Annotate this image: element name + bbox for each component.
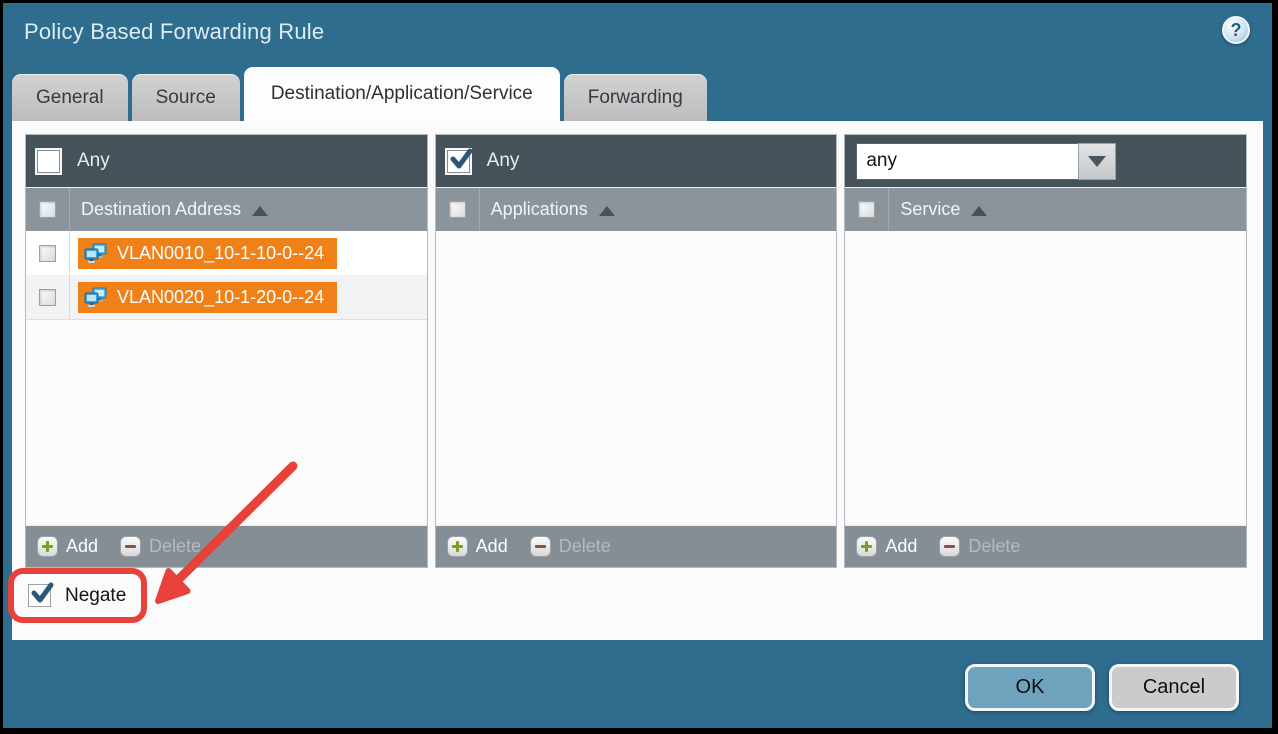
pbf-rule-dialog: Policy Based Forwarding Rule ? General S… xyxy=(3,3,1272,728)
plus-icon xyxy=(37,536,58,557)
negate-checkbox[interactable] xyxy=(28,584,51,607)
ok-button[interactable]: OK xyxy=(965,664,1095,711)
screenshot-root: { "window": { "title": "Policy Based For… xyxy=(0,0,1278,734)
service-mode-dropdown[interactable]: any xyxy=(856,143,1116,180)
negate-label: Negate xyxy=(65,585,126,607)
delete-label: Delete xyxy=(149,536,201,557)
applications-column-header[interactable]: Applications xyxy=(480,188,615,231)
tab-forwarding[interactable]: Forwarding xyxy=(564,74,707,121)
applications-list xyxy=(436,231,837,525)
applications-footer-bar: Add Delete xyxy=(436,525,837,567)
add-destination-button[interactable]: Add xyxy=(37,536,98,557)
service-dropdown-bar: any xyxy=(845,135,1246,187)
address-object-name: VLAN0010_10-1-10-0--24 xyxy=(117,243,324,264)
tab-bar: General Source Destination/Application/S… xyxy=(12,67,1263,121)
tab-source[interactable]: Source xyxy=(132,74,240,121)
tab-source-label: Source xyxy=(156,87,216,109)
destination-address-column: Any Destination Address xyxy=(25,134,428,568)
address-object-name: VLAN0020_10-1-20-0--24 xyxy=(117,287,324,308)
delete-label: Delete xyxy=(968,536,1020,557)
delete-service-button[interactable]: Delete xyxy=(939,536,1020,557)
destination-any-bar: Any xyxy=(26,135,427,187)
dialog-title: Policy Based Forwarding Rule xyxy=(24,19,324,45)
network-icon xyxy=(84,243,108,263)
tab-content-panel: Any Destination Address xyxy=(12,121,1263,640)
help-icon[interactable]: ? xyxy=(1222,16,1250,44)
address-object-chip[interactable]: VLAN0020_10-1-20-0--24 xyxy=(78,282,337,313)
network-icon xyxy=(84,287,108,307)
check-icon xyxy=(449,147,473,171)
sort-ascending-icon xyxy=(252,206,268,216)
tab-forwarding-label: Forwarding xyxy=(588,87,683,109)
plus-icon xyxy=(856,536,877,557)
service-header-row: Service xyxy=(845,187,1246,231)
service-list xyxy=(845,231,1246,525)
sort-ascending-icon xyxy=(599,206,615,216)
add-service-button[interactable]: Add xyxy=(856,536,917,557)
destination-any-label: Any xyxy=(77,150,110,172)
address-object-chip[interactable]: VLAN0010_10-1-10-0--24 xyxy=(78,238,337,269)
tab-general[interactable]: General xyxy=(12,74,128,121)
destination-select-all-checkbox[interactable] xyxy=(39,201,56,218)
sort-ascending-icon xyxy=(971,206,987,216)
row-checkbox[interactable] xyxy=(39,289,56,306)
service-mode-value: any xyxy=(856,143,1078,180)
minus-icon xyxy=(939,536,960,557)
destination-any-checkbox[interactable] xyxy=(37,150,60,173)
applications-any-label: Any xyxy=(487,150,520,172)
chevron-down-icon xyxy=(1088,156,1106,167)
cancel-button-label: Cancel xyxy=(1143,676,1205,699)
service-select-all-checkbox[interactable] xyxy=(858,201,875,218)
tab-general-label: General xyxy=(36,87,104,109)
destination-footer-bar: Add Delete xyxy=(26,525,427,567)
add-label: Add xyxy=(885,536,917,557)
minus-icon xyxy=(530,536,551,557)
dropdown-button[interactable] xyxy=(1078,143,1116,180)
check-icon xyxy=(30,581,54,605)
minus-icon xyxy=(120,536,141,557)
selector-columns: Any Destination Address xyxy=(25,134,1247,568)
applications-any-checkbox[interactable] xyxy=(447,150,470,173)
applications-column: Any Applications Add xyxy=(435,134,838,568)
destination-address-column-header[interactable]: Destination Address xyxy=(70,188,268,231)
add-label: Add xyxy=(476,536,508,557)
table-row: VLAN0010_10-1-10-0--24 xyxy=(26,231,427,275)
cancel-button[interactable]: Cancel xyxy=(1109,664,1239,711)
negate-annotation-highlight: Negate xyxy=(8,568,147,623)
applications-header-label: Applications xyxy=(491,199,588,220)
service-column: any Service xyxy=(844,134,1247,568)
tab-destination-application-service[interactable]: Destination/Application/Service xyxy=(244,67,560,121)
service-header-label: Service xyxy=(900,199,960,220)
applications-any-bar: Any xyxy=(436,135,837,187)
destination-address-list: VLAN0010_10-1-10-0--24 xyxy=(26,231,427,525)
tab-destination-application-service-label: Destination/Application/Service xyxy=(271,83,533,105)
table-row: VLAN0020_10-1-20-0--24 xyxy=(26,275,427,319)
row-checkbox[interactable] xyxy=(39,245,56,262)
add-application-button[interactable]: Add xyxy=(447,536,508,557)
plus-icon xyxy=(447,536,468,557)
service-column-header[interactable]: Service xyxy=(889,188,987,231)
help-glyph: ? xyxy=(1231,20,1242,41)
delete-destination-button[interactable]: Delete xyxy=(120,536,201,557)
applications-select-all-checkbox[interactable] xyxy=(449,201,466,218)
applications-header-row: Applications xyxy=(436,187,837,231)
delete-application-button[interactable]: Delete xyxy=(530,536,611,557)
add-label: Add xyxy=(66,536,98,557)
destination-address-header-label: Destination Address xyxy=(81,199,241,220)
ok-button-label: OK xyxy=(1016,676,1045,699)
service-footer-bar: Add Delete xyxy=(845,525,1246,567)
destination-address-header-row: Destination Address xyxy=(26,187,427,231)
delete-label: Delete xyxy=(559,536,611,557)
